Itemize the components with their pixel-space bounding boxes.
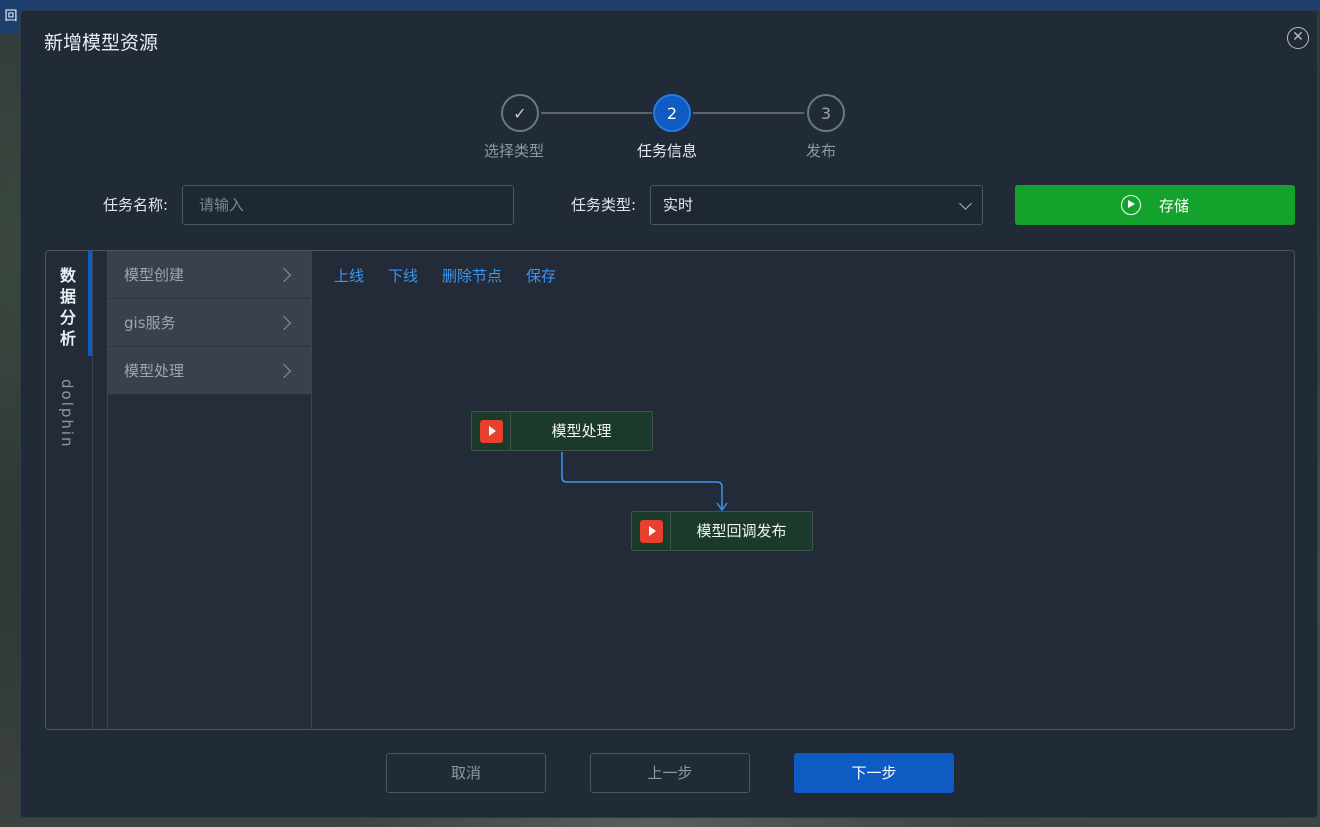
next-step-button[interactable]: 下一步 bbox=[794, 753, 954, 793]
menu-item-gis-service[interactable]: gis服务 bbox=[108, 299, 311, 347]
step-1-label: 选择类型 bbox=[484, 142, 545, 160]
play-circle-icon bbox=[1120, 195, 1141, 215]
step-3-circle: 3 bbox=[807, 94, 845, 132]
chevron-down-icon bbox=[959, 197, 972, 210]
menu-item-label: gis服务 bbox=[124, 314, 176, 332]
step-2-circle: 2 bbox=[653, 94, 691, 132]
tab-dolphin[interactable]: dolphin bbox=[58, 379, 76, 449]
tab-data-analysis-label: 数据分析 bbox=[59, 266, 76, 348]
tab-data-analysis[interactable]: 数据分析 bbox=[46, 251, 92, 356]
node-icon-cell bbox=[472, 412, 511, 450]
top-bar bbox=[0, 0, 1320, 10]
step-1-check-icon: ✓ bbox=[501, 94, 539, 132]
menu-item-label: 模型处理 bbox=[124, 362, 185, 380]
task-type-label: 任务类型: bbox=[571, 196, 637, 214]
workflow-node[interactable]: 模型处理 bbox=[471, 411, 653, 451]
node-menu: 模型创建 gis服务 模型处理 bbox=[107, 251, 312, 729]
node-label: 模型处理 bbox=[551, 422, 612, 440]
chevron-right-icon bbox=[276, 363, 292, 379]
play-icon bbox=[480, 420, 503, 443]
task-type-select[interactable]: 实时 bbox=[650, 185, 983, 225]
menu-item-label: 模型创建 bbox=[124, 266, 185, 284]
node-label: 模型回调发布 bbox=[696, 522, 787, 540]
cancel-button[interactable]: 取消 bbox=[386, 753, 546, 793]
offline-link[interactable]: 下线 bbox=[388, 265, 418, 286]
delete-node-link[interactable]: 删除节点 bbox=[442, 265, 502, 286]
node-icon-cell bbox=[632, 512, 671, 550]
workflow-canvas[interactable]: 上线 下线 删除节点 保存 模型处理 模型回调发布 bbox=[311, 251, 1294, 729]
edge-layer bbox=[561, 452, 728, 512]
workflow-node[interactable]: 模型回调发布 bbox=[631, 511, 813, 551]
active-tab-indicator bbox=[88, 251, 92, 356]
add-model-resource-dialog: 新增模型资源 ✕ ✓ 2 3 选择类型 任务信息 发布 任务名称: 请输入 任务… bbox=[20, 10, 1318, 818]
vertical-tabs: 数据分析 dolphin bbox=[46, 251, 93, 729]
play-icon bbox=[640, 520, 663, 543]
store-button[interactable]: 存储 bbox=[1015, 185, 1295, 225]
workflow-edge bbox=[561, 452, 723, 508]
task-name-input[interactable]: 请输入 bbox=[182, 185, 514, 225]
task-type-value: 实时 bbox=[663, 196, 694, 214]
chevron-right-icon bbox=[276, 267, 292, 283]
prev-step-button[interactable]: 上一步 bbox=[590, 753, 750, 793]
stepper: ✓ 2 3 选择类型 任务信息 发布 bbox=[21, 11, 1317, 171]
menu-item-model-create[interactable]: 模型创建 bbox=[108, 251, 311, 299]
task-name-label: 任务名称: bbox=[103, 196, 169, 214]
save-link[interactable]: 保存 bbox=[526, 265, 556, 286]
arrowhead-icon bbox=[716, 502, 728, 512]
step-2-label: 任务信息 bbox=[637, 142, 698, 160]
chevron-right-icon bbox=[276, 315, 292, 331]
online-link[interactable]: 上线 bbox=[334, 265, 364, 286]
step-3-label: 发布 bbox=[806, 142, 837, 160]
workflow-workspace: 数据分析 dolphin 模型创建 gis服务 模型处理 上线 下线 删除节点 … bbox=[45, 250, 1295, 730]
step-connector bbox=[541, 112, 652, 114]
store-button-label: 存储 bbox=[1158, 196, 1189, 215]
top-bar-corner[interactable]: 回 bbox=[0, 0, 22, 34]
canvas-toolbar: 上线 下线 删除节点 保存 bbox=[334, 265, 556, 286]
step-connector bbox=[693, 112, 804, 114]
menu-item-model-process[interactable]: 模型处理 bbox=[108, 347, 311, 395]
